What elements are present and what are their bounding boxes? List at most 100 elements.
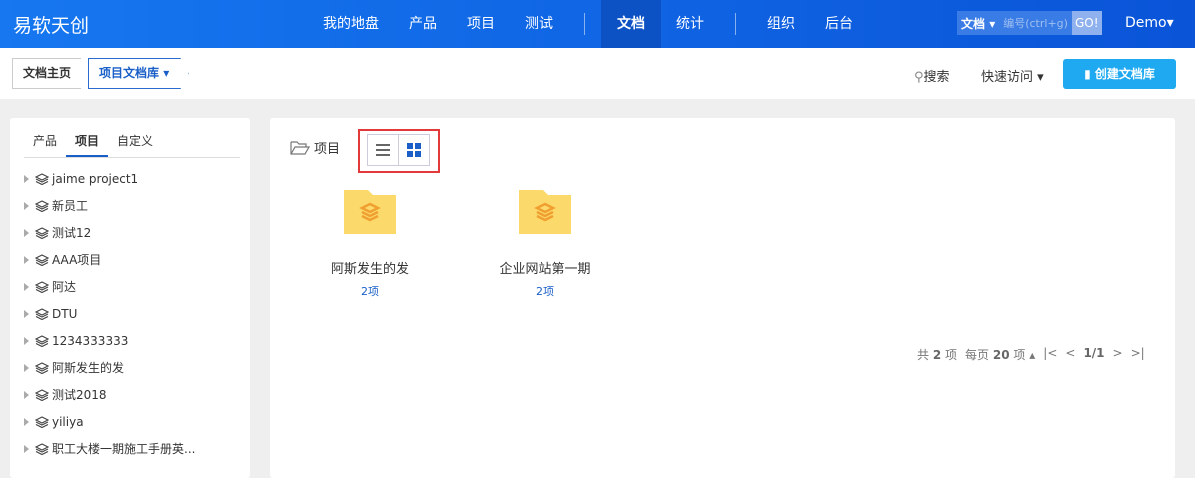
- folder-icon: [519, 190, 571, 234]
- user-menu[interactable]: Demo▾: [1125, 15, 1174, 31]
- list-view-button[interactable]: [367, 134, 399, 166]
- nav-org[interactable]: 组织: [752, 0, 810, 48]
- tree-item-label: 阿斯发生的发: [52, 361, 125, 375]
- divider: [584, 13, 585, 35]
- tree-item-label: yiliya: [52, 414, 84, 429]
- layers-icon: [35, 361, 49, 374]
- tree-item-label: jaime project1: [52, 171, 139, 186]
- user-name: Demo: [1125, 15, 1167, 31]
- library-item[interactable]: 阿斯发生的发 2项: [310, 188, 430, 299]
- create-library-button[interactable]: ▮ 创建文档库: [1063, 59, 1176, 89]
- main-menu: 我的地盘 产品 项目 测试 文档 统计 组织 后台: [308, 0, 868, 48]
- expand-icon[interactable]: [24, 336, 29, 345]
- add-file-icon: ▮: [1084, 67, 1095, 81]
- tree-item-label: 测试2018: [52, 388, 107, 402]
- page-indicator: 1/1: [1083, 346, 1105, 360]
- nav-admin[interactable]: 后台: [810, 0, 868, 48]
- tree-item-label: AAA项目: [52, 253, 102, 267]
- quick-access-button[interactable]: 快速访问 ▾: [981, 66, 1044, 85]
- tree-item-label: 新员工: [52, 199, 89, 213]
- quick-label: 快速访问: [981, 70, 1034, 85]
- tree-item[interactable]: 新员工: [24, 192, 195, 219]
- expand-icon[interactable]: [24, 228, 29, 237]
- content-panel: 项目 阿斯发生的发 2项 企业网站第一期 2项 共 2 项 每页 20 项 ▴ |< …: [270, 118, 1175, 478]
- tab-project[interactable]: 项目: [66, 128, 109, 157]
- page-size-select[interactable]: 每页 20 项 ▴: [965, 346, 1035, 363]
- layers-icon: [35, 253, 49, 266]
- search-type-label: 文档: [961, 16, 986, 31]
- expand-icon[interactable]: [24, 309, 29, 318]
- nav-stats[interactable]: 统计: [661, 0, 719, 48]
- tree-item[interactable]: 1234333333: [24, 327, 195, 354]
- prev-page-button[interactable]: <: [1065, 346, 1075, 363]
- library-item[interactable]: 企业网站第一期 2项: [485, 188, 605, 299]
- search-label: 搜索: [923, 70, 950, 85]
- total-count: 共 2 项: [917, 348, 958, 362]
- library-count: 2项: [361, 285, 379, 298]
- tree-item[interactable]: 职工大楼一期施工手册英...: [24, 435, 195, 462]
- expand-icon[interactable]: [24, 282, 29, 291]
- tab-custom[interactable]: 自定义: [108, 128, 162, 157]
- last-page-button[interactable]: >|: [1131, 346, 1145, 363]
- folder-title: 项目: [314, 142, 341, 157]
- nav-my[interactable]: 我的地盘: [308, 0, 394, 48]
- tree-item-label: 测试12: [52, 226, 92, 240]
- library-count: 2项: [536, 285, 554, 298]
- tree-item[interactable]: DTU: [24, 300, 195, 327]
- breadcrumb-label: 项目文档库: [99, 66, 160, 80]
- nav-doc[interactable]: 文档: [601, 0, 661, 48]
- layers-icon: [35, 307, 49, 320]
- tree-item[interactable]: jaime project1: [24, 165, 195, 192]
- grid-icon: [407, 143, 421, 157]
- folder-heading: 项目: [290, 138, 340, 157]
- nav-product[interactable]: 产品: [394, 0, 452, 48]
- layers-icon: [35, 442, 49, 455]
- nav-project[interactable]: 项目: [452, 0, 510, 48]
- search-icon: ⚲: [914, 70, 924, 85]
- layers-icon: [35, 280, 49, 293]
- tree-item[interactable]: 测试12: [24, 219, 195, 246]
- expand-icon[interactable]: [24, 417, 29, 426]
- sidebar: 产品 项目 自定义 jaime project1 新员工测试12 AAA项目阿达 DT…: [10, 118, 250, 478]
- breadcrumb-current[interactable]: 项目文档库 ▾: [88, 58, 189, 89]
- expand-icon[interactable]: [24, 363, 29, 372]
- search-button[interactable]: ⚲搜索: [914, 66, 950, 85]
- expand-icon[interactable]: [24, 201, 29, 210]
- global-search: 文档 ▾ 编号(ctrl+g) GO!: [957, 11, 1102, 35]
- search-input[interactable]: 编号(ctrl+g): [999, 15, 1072, 31]
- expand-icon[interactable]: [24, 444, 29, 453]
- tab-product[interactable]: 产品: [24, 128, 66, 157]
- layers-icon: [35, 172, 49, 185]
- tree-item[interactable]: 测试2018: [24, 381, 195, 408]
- expand-icon[interactable]: [24, 174, 29, 183]
- layers-icon: [35, 199, 49, 212]
- next-page-button[interactable]: >: [1113, 346, 1123, 363]
- view-toggle: [358, 129, 440, 173]
- first-page-button[interactable]: |<: [1043, 346, 1057, 363]
- tree-item[interactable]: 阿斯发生的发: [24, 354, 195, 381]
- tree-item[interactable]: 阿达: [24, 273, 195, 300]
- tree-item-label: 阿达: [52, 280, 77, 294]
- library-name: 企业网站第一期: [499, 262, 591, 277]
- logo: 易软天创: [13, 15, 90, 37]
- expand-icon[interactable]: [24, 255, 29, 264]
- go-button[interactable]: GO!: [1071, 11, 1102, 35]
- pagination: 共 2 项 每页 20 项 ▴ |< < 1/1 > >|: [917, 346, 1145, 363]
- layers-icon: [35, 388, 49, 401]
- layers-icon: [35, 334, 49, 347]
- library-name: 阿斯发生的发: [330, 262, 409, 277]
- tree-item[interactable]: AAA项目: [24, 246, 195, 273]
- divider: [735, 13, 736, 35]
- tree-item-label: 职工大楼一期施工手册英...: [52, 442, 196, 456]
- search-type-select[interactable]: 文档 ▾: [957, 15, 999, 32]
- create-label: 创建文档库: [1094, 67, 1155, 81]
- grid-view-button[interactable]: [398, 134, 430, 166]
- layers-icon: [35, 415, 49, 428]
- nav-test[interactable]: 测试: [510, 0, 568, 48]
- breadcrumb-home[interactable]: 文档主页: [12, 58, 82, 89]
- tree-item[interactable]: yiliya: [24, 408, 195, 435]
- layers-icon: [35, 226, 49, 239]
- expand-icon[interactable]: [24, 390, 29, 399]
- top-nav: 易软天创 我的地盘 产品 项目 测试 文档 统计 组织 后台 文档 ▾ 编号(c…: [0, 0, 1195, 48]
- tree-item-label: 1234333333: [52, 333, 129, 348]
